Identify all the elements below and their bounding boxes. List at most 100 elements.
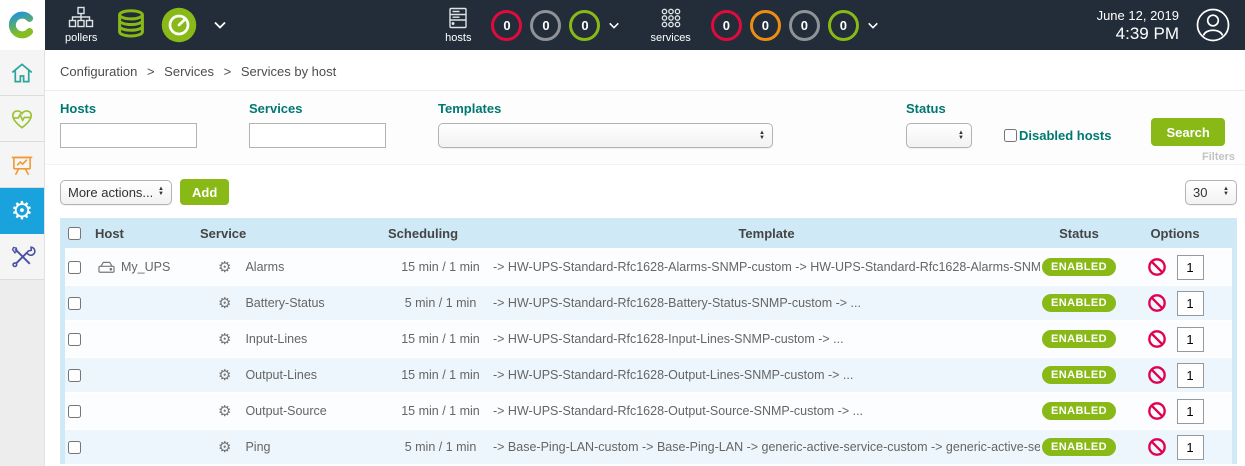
pollers-label: pollers (65, 32, 97, 44)
gear-icon: ⚙ (218, 402, 231, 420)
scheduling-value: 15 min / 1 min (388, 368, 493, 382)
services-chevron-down-icon[interactable] (867, 21, 879, 30)
prohibition-icon[interactable] (1147, 365, 1167, 385)
scheduling-value: 5 min / 1 min (388, 440, 493, 454)
template-chain: -> HW-UPS-Standard-Rfc1628-Battery-Statu… (493, 296, 1040, 310)
poller-chevron-down-icon[interactable] (213, 20, 227, 30)
select-arrows-icon: ▲▼ (158, 187, 164, 197)
row-checkbox[interactable] (68, 405, 81, 418)
hosts-up-counter[interactable]: 0 (569, 10, 600, 41)
row-checkbox[interactable] (68, 297, 81, 310)
services-status-group: services 0 0 0 0 (650, 6, 882, 44)
template-chain: -> HW-UPS-Standard-Rfc1628-Output-Lines-… (493, 368, 1040, 382)
table-row: ⚙ Output-Lines 15 min / 1 min -> HW-UPS-… (65, 356, 1232, 392)
service-name[interactable]: Battery-Status (245, 296, 324, 310)
breadcrumb: Configuration > Services > Services by h… (45, 50, 1245, 90)
status-badge: ENABLED (1042, 402, 1116, 420)
hosts-chevron-down-icon[interactable] (608, 21, 620, 30)
host-name[interactable]: My_UPS (121, 260, 170, 274)
prohibition-icon[interactable] (1147, 293, 1167, 313)
centreon-logo[interactable] (0, 0, 45, 50)
table-row: ⚙ Ping 5 min / 1 min -> Base-Ping-LAN-cu… (65, 428, 1232, 464)
hosts-unreachable-counter[interactable]: 0 (530, 10, 561, 41)
templates-filter-select[interactable]: ▲▼ (438, 123, 773, 148)
disabled-hosts-checkbox[interactable] (1004, 129, 1017, 142)
add-button[interactable]: Add (180, 179, 229, 205)
scheduling-value: 15 min / 1 min (388, 332, 493, 346)
scheduling-value: 15 min / 1 min (388, 260, 493, 274)
row-checkbox[interactable] (68, 369, 81, 382)
status-counters: hosts 0 0 0 (445, 6, 883, 44)
pollers-menu[interactable]: pollers (65, 6, 97, 44)
user-avatar-icon[interactable] (1195, 7, 1231, 43)
services-ok-counter[interactable]: 0 (828, 10, 859, 41)
actions-row: More actions... ▲▼ Add 30 ▲▼ (45, 165, 1245, 218)
hosts-label: hosts (445, 32, 471, 44)
hosts-down-counter[interactable]: 0 (491, 10, 522, 41)
top-bar-content: pollers (45, 0, 1245, 50)
header-template: Template (493, 226, 1040, 241)
more-actions-select[interactable]: More actions... ▲▼ (60, 180, 172, 205)
services-filter-input[interactable] (249, 123, 386, 148)
row-checkbox[interactable] (68, 333, 81, 346)
service-name[interactable]: Output-Lines (245, 368, 317, 382)
breadcrumb-services-by-host[interactable]: Services by host (241, 64, 336, 79)
sidebar-item-configuration[interactable]: ⚙ (0, 188, 44, 234)
date-label: June 12, 2019 (1097, 8, 1179, 24)
table-row: ⚙ Battery-Status 5 min / 1 min -> HW-UPS… (65, 284, 1232, 320)
centreon-logo-icon (8, 10, 38, 40)
scheduling-value: 5 min / 1 min (388, 296, 493, 310)
service-name[interactable]: Output-Source (245, 404, 326, 418)
filters-caption: Filters (1202, 151, 1235, 163)
gear-icon: ⚙ (218, 258, 231, 276)
services-unknown-counter[interactable]: 0 (789, 10, 820, 41)
duplicate-count-input[interactable] (1177, 435, 1204, 460)
status-badge: ENABLED (1042, 258, 1116, 276)
page-size-select[interactable]: 30 ▲▼ (1185, 180, 1237, 205)
hosts-menu[interactable]: hosts (445, 6, 471, 44)
duplicate-count-input[interactable] (1177, 255, 1204, 280)
service-name[interactable]: Ping (245, 440, 270, 454)
duplicate-count-input[interactable] (1177, 363, 1204, 388)
prohibition-icon[interactable] (1147, 401, 1167, 421)
duplicate-count-input[interactable] (1177, 291, 1204, 316)
duplicate-count-input[interactable] (1177, 327, 1204, 352)
gear-icon: ⚙ (218, 366, 231, 384)
services-menu[interactable]: services (650, 6, 690, 44)
sidebar-item-administration[interactable] (0, 234, 44, 280)
gauge-icon[interactable] (161, 7, 197, 43)
service-name[interactable]: Input-Lines (245, 332, 307, 346)
server-icon (97, 260, 116, 275)
top-bar: pollers (0, 0, 1245, 50)
scheduling-value: 15 min / 1 min (388, 404, 493, 418)
heart-pulse-icon (8, 106, 36, 132)
home-icon (9, 60, 35, 86)
poller-tree-icon (68, 6, 94, 30)
row-checkbox[interactable] (68, 441, 81, 454)
select-all-checkbox[interactable] (68, 227, 81, 240)
services-warning-counter[interactable]: 0 (750, 10, 781, 41)
row-checkbox[interactable] (68, 261, 81, 274)
hosts-filter-input[interactable] (60, 123, 197, 148)
prohibition-icon[interactable] (1147, 329, 1167, 349)
database-icon[interactable] (113, 7, 149, 43)
sidebar-item-monitoring[interactable] (0, 96, 44, 142)
sidebar-item-home[interactable] (0, 50, 44, 96)
service-name[interactable]: Alarms (245, 260, 284, 274)
breadcrumb-configuration[interactable]: Configuration (60, 64, 137, 79)
prohibition-icon[interactable] (1147, 257, 1167, 277)
duplicate-count-input[interactable] (1177, 399, 1204, 424)
prohibition-icon[interactable] (1147, 437, 1167, 457)
breadcrumb-services[interactable]: Services (164, 64, 214, 79)
select-arrows-icon: ▲▼ (759, 131, 765, 141)
search-button[interactable]: Search (1151, 118, 1224, 146)
template-chain: -> HW-UPS-Standard-Rfc1628-Output-Source… (493, 404, 1040, 418)
gear-icon: ⚙ (218, 294, 231, 312)
services-filter-label: Services (249, 101, 386, 116)
sidebar-item-reporting[interactable] (0, 142, 44, 188)
select-arrows-icon: ▲▼ (958, 131, 964, 141)
status-badge: ENABLED (1042, 366, 1116, 384)
server-stack-icon (446, 6, 470, 30)
services-critical-counter[interactable]: 0 (711, 10, 742, 41)
status-filter-select[interactable]: ▲▼ (906, 123, 972, 148)
